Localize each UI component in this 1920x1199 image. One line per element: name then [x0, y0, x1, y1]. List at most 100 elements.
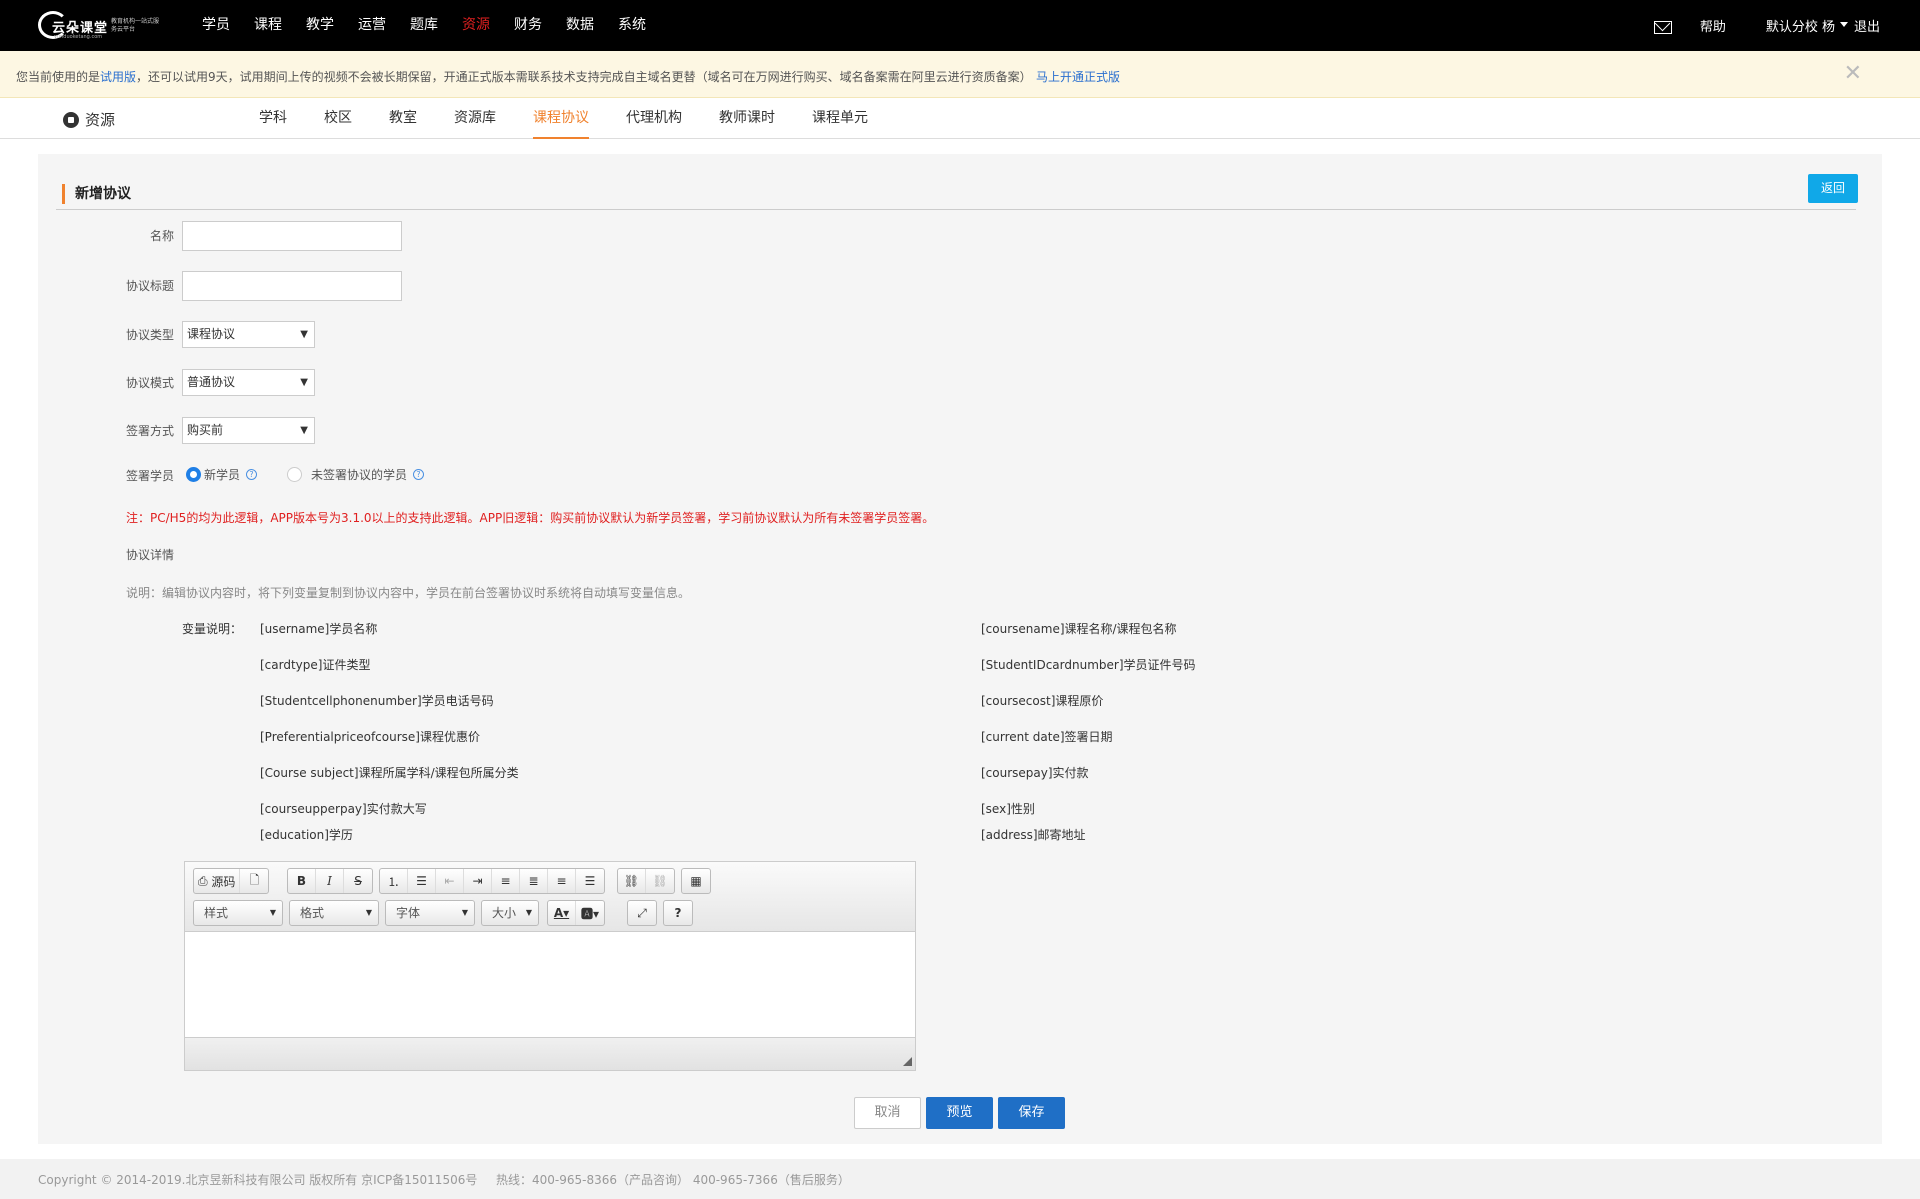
logic-note: 注：PC/H5的均为此逻辑，APP版本号为3.1.0以上的支持此逻辑。APP旧逻…	[126, 511, 935, 525]
radio-unsigned-student-label[interactable]: 未签署协议的学员	[311, 466, 407, 483]
dropdown-arrow-icon: ▼	[525, 908, 532, 917]
logo-url: yunduoketang.com	[54, 34, 103, 40]
align-center-icon[interactable]: ≣	[520, 869, 548, 893]
agreement-form: 新增协议 返回 名称 协议标题 协议类型 课程协议 ▼ 协议模式 普通协议 ▼ …	[38, 154, 1882, 1144]
nav-item-resource[interactable]: 资源	[462, 0, 490, 51]
dropdown-arrow-icon: ▼	[300, 377, 308, 388]
nav-item-course[interactable]: 课程	[254, 0, 282, 51]
align-right-icon[interactable]: ≡	[548, 869, 576, 893]
tab-course-unit[interactable]: 课程单元	[812, 98, 868, 139]
cancel-button[interactable]: 取消	[854, 1097, 921, 1129]
editor-content-area[interactable]	[185, 932, 915, 1032]
toolbar-group-paragraph: ⒈ ☰ ⇤ ⇥ ≡ ≣ ≡ ☰	[379, 868, 605, 894]
bold-icon[interactable]: B	[288, 869, 316, 893]
question-icon[interactable]: ?	[413, 469, 425, 480]
font-combo-label: 字体	[396, 906, 421, 920]
close-icon[interactable]: ✕	[1844, 61, 1862, 86]
variable-item: [StudentIDcardnumber]学员证件号码	[981, 658, 1196, 672]
outdent-icon[interactable]: ⇤	[436, 869, 464, 893]
sign-method-select[interactable]: 购买前 ▼	[182, 417, 315, 444]
unlink-icon[interactable]: ⛓	[646, 869, 674, 893]
preview-button[interactable]: 预览	[926, 1097, 993, 1129]
agreement-title-label: 协议标题	[125, 279, 174, 293]
upgrade-link[interactable]: 马上开通正式版	[1036, 68, 1120, 85]
nav-item-question-bank[interactable]: 题库	[410, 0, 438, 51]
sub-tabs: 学科 校区 教室 资源库 课程协议 代理机构 教师课时 课程单元	[259, 98, 905, 139]
justify-icon[interactable]: ☰	[576, 869, 604, 893]
dropdown-arrow-icon: ▼	[461, 908, 468, 917]
nav-item-finance[interactable]: 财务	[514, 0, 542, 51]
tab-teacher-hours[interactable]: 教师课时	[719, 98, 775, 139]
help-icon[interactable]: ?	[664, 901, 692, 925]
variable-item: [cardtype]证件类型	[260, 658, 371, 672]
tab-campus[interactable]: 校区	[324, 98, 352, 139]
ordered-list-icon[interactable]: ⒈	[380, 869, 408, 893]
tab-agency[interactable]: 代理机构	[626, 98, 682, 139]
font-combo[interactable]: 字体 ▼	[385, 900, 475, 926]
bg-color-icon[interactable]: 🅰▾	[576, 901, 604, 925]
italic-icon[interactable]: I	[316, 869, 344, 893]
toolbar-group-colors: A▾ 🅰▾	[547, 900, 605, 926]
tab-classroom[interactable]: 教室	[389, 98, 417, 139]
table-icon[interactable]: ▦	[682, 869, 710, 893]
school-switcher[interactable]: 默认分校 杨	[1766, 16, 1835, 35]
agreement-type-value: 课程协议	[187, 327, 236, 341]
text-color-icon[interactable]: A▾	[548, 901, 576, 925]
agreement-title-input[interactable]	[182, 271, 402, 301]
radio-new-student-label[interactable]: 新学员	[204, 466, 240, 483]
strike-icon[interactable]: S	[344, 869, 372, 893]
dropdown-arrow-icon: ▼	[365, 908, 372, 917]
logo[interactable]: 云朵课堂 教育机构一站式服务云平台 yunduoketang.com	[38, 10, 159, 40]
sign-method-label: 签署方式	[125, 424, 174, 438]
question-icon[interactable]: ?	[246, 469, 258, 480]
nav-item-teaching[interactable]: 教学	[306, 0, 334, 51]
indent-icon[interactable]: ⇥	[464, 869, 492, 893]
maximize-icon[interactable]: ⤢	[628, 901, 656, 925]
size-combo-label: 大小	[492, 906, 517, 920]
back-button[interactable]: 返回	[1808, 174, 1858, 203]
rich-text-editor: ⎙ 源码 🗋 B I S ⒈ ☰ ⇤ ⇥ ≡ ≣ ≡ ☰ ⛓ ⛓ ▦ 样式 ▼ …	[184, 861, 916, 1071]
tab-resource-library[interactable]: 资源库	[454, 98, 496, 139]
resize-handle-icon[interactable]	[903, 1057, 912, 1066]
nav-item-data[interactable]: 数据	[566, 0, 594, 51]
variable-item: [education]学历	[260, 828, 353, 842]
logout-link[interactable]: 退出	[1854, 16, 1880, 35]
name-input[interactable]	[182, 221, 402, 251]
tab-course-agreement[interactable]: 课程协议	[533, 98, 589, 139]
variable-item: [coursename]课程名称/课程包名称	[981, 622, 1177, 636]
agreement-type-select[interactable]: 课程协议 ▼	[182, 321, 315, 348]
sign-student-radio-group: 新学员 ? 未签署协议的学员 ?	[186, 466, 425, 483]
agreement-detail-label: 协议详情	[126, 548, 175, 562]
editor-toolbar: ⎙ 源码 🗋 B I S ⒈ ☰ ⇤ ⇥ ≡ ≣ ≡ ☰ ⛓ ⛓ ▦ 样式 ▼ …	[185, 862, 915, 932]
chevron-down-icon[interactable]	[1839, 22, 1848, 27]
variable-item: [address]邮寄地址	[981, 828, 1086, 842]
source-icon[interactable]: ⎙ 源码	[194, 869, 241, 893]
section-title: 资源	[63, 109, 115, 130]
footer: Copyright © 2014-2019.北京昱新科技有限公司 版权所有 京I…	[0, 1159, 1920, 1199]
format-combo[interactable]: 格式 ▼	[289, 900, 379, 926]
style-combo[interactable]: 样式 ▼	[193, 900, 283, 926]
link-icon[interactable]: ⛓	[618, 869, 646, 893]
radio-new-student[interactable]	[186, 467, 201, 482]
mail-icon[interactable]	[1653, 20, 1672, 34]
nav-item-system[interactable]: 系统	[618, 0, 646, 51]
nav-item-student[interactable]: 学员	[202, 0, 230, 51]
agreement-mode-select[interactable]: 普通协议 ▼	[182, 369, 315, 396]
source-button-label: 源码	[211, 874, 236, 889]
radio-unsigned-student[interactable]	[287, 467, 303, 482]
form-title: 新增协议	[62, 184, 131, 204]
nav-item-operation[interactable]: 运营	[358, 0, 386, 51]
help-link[interactable]: 帮助	[1700, 16, 1726, 35]
trial-notice-banner: 您当前使用的是试用版，还可以试用9天，试用期间上传的视频不会被长期保留，开通正式…	[0, 51, 1920, 98]
bullet-list-icon[interactable]: ☰	[408, 869, 436, 893]
main-nav: 学员 课程 教学 运营 题库 资源 财务 数据 系统	[202, 0, 670, 51]
size-combo[interactable]: 大小 ▼	[481, 900, 539, 926]
dropdown-arrow-icon: ▼	[300, 329, 308, 340]
agreement-mode-label: 协议模式	[125, 376, 174, 390]
align-left-icon[interactable]: ≡	[492, 869, 520, 893]
divider	[56, 209, 1856, 210]
tab-subject[interactable]: 学科	[259, 98, 287, 139]
save-button[interactable]: 保存	[998, 1097, 1065, 1129]
editor-statusbar	[185, 1037, 915, 1070]
new-page-icon[interactable]: 🗋	[240, 869, 268, 893]
